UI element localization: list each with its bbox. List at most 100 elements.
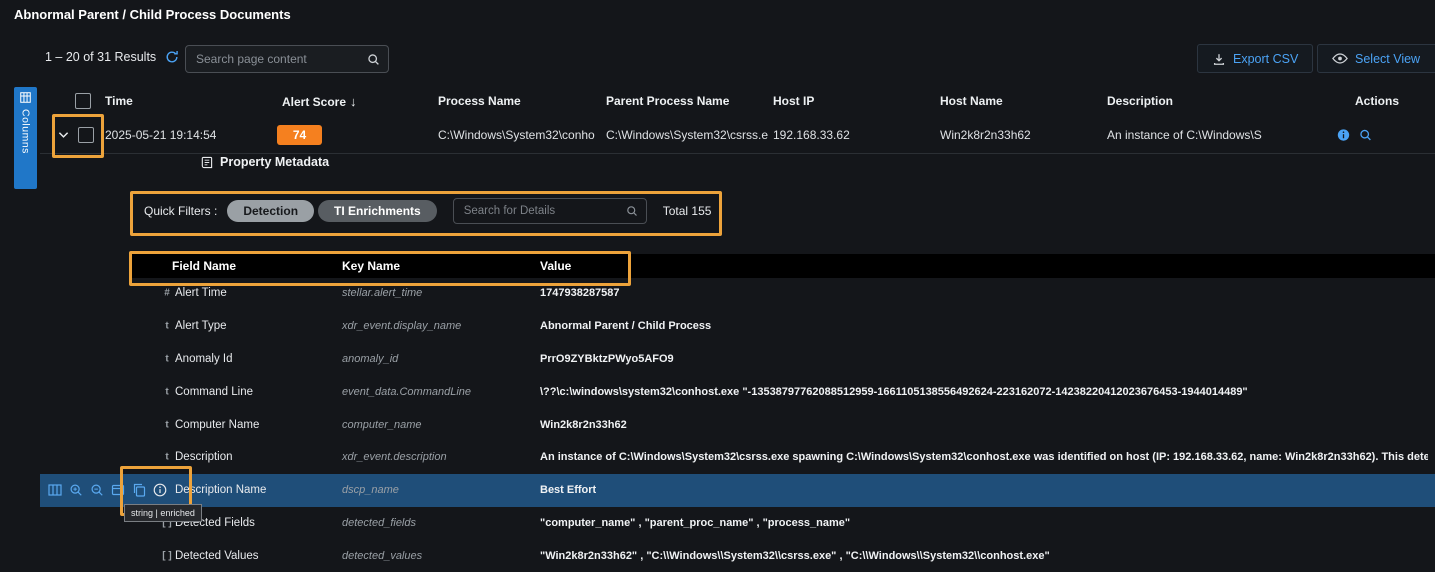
header-parent-process-name[interactable]: Parent Process Name xyxy=(606,94,729,108)
field-name: Description xyxy=(175,451,233,463)
field-value: \??\c:\windows\system32\conhost.exe "-13… xyxy=(540,386,1248,398)
field-value: Abnormal Parent / Child Process xyxy=(540,320,711,332)
select-view-button[interactable]: Select View xyxy=(1317,44,1435,73)
metadata-row[interactable]: t Description xdr_event.description An i… xyxy=(40,441,1435,474)
investigate-search-icon[interactable] xyxy=(1359,128,1372,141)
header-host-name[interactable]: Host Name xyxy=(940,94,1003,108)
field-info-icon[interactable] xyxy=(153,483,167,497)
field-value: 1747938287587 xyxy=(540,287,620,299)
metadata-header-value[interactable]: Value xyxy=(540,259,571,273)
results-count: 1 – 20 of 31 Results xyxy=(45,50,156,64)
key-name: xdr_event.description xyxy=(342,451,447,463)
property-metadata-heading: Property Metadata xyxy=(200,155,329,169)
columns-tab-label: Columns xyxy=(20,109,32,154)
field-value: An instance of C:\Windows\System32\csrss… xyxy=(540,451,1428,463)
detail-search-icon[interactable] xyxy=(626,205,638,217)
field-type-icon: [ ] xyxy=(158,550,176,561)
quick-filters-bar: Quick Filters : Detection TI Enrichments… xyxy=(130,191,716,230)
metadata-row[interactable]: # Alert Time stellar.alert_time 17479382… xyxy=(40,277,1435,310)
key-name: xdr_event.display_name xyxy=(342,320,461,332)
download-icon xyxy=(1212,52,1226,66)
chevron-down-icon[interactable] xyxy=(58,131,69,139)
header-time[interactable]: Time xyxy=(105,94,133,108)
field-value: Win2k8r2n33h62 xyxy=(540,419,627,431)
zoom-out-icon[interactable] xyxy=(90,483,104,497)
page-search xyxy=(185,45,389,73)
metadata-row[interactable]: [ ] Detected Values detected_values "Win… xyxy=(40,539,1435,572)
field-value: "Win2k8r2n33h62" , "C:\\Windows\\System3… xyxy=(540,550,1050,562)
row-actions xyxy=(1337,128,1372,141)
table-columns-icon[interactable] xyxy=(48,483,62,497)
cell-process-name: C:\Windows\System32\conho xyxy=(438,128,601,142)
metadata-header-key[interactable]: Key Name xyxy=(342,259,400,273)
refresh-icon[interactable] xyxy=(165,50,179,64)
field-type-icon: t xyxy=(158,321,176,332)
metadata-row[interactable]: t Command Line event_data.CommandLine \?… xyxy=(40,375,1435,408)
metadata-row[interactable]: [ ] Detected Fields detected_fields "com… xyxy=(40,507,1435,540)
alert-row[interactable]: 2025-05-21 19:14:54 74 C:\Windows\System… xyxy=(40,116,1435,154)
export-csv-button[interactable]: Export CSV xyxy=(1197,44,1313,73)
app-screen: Abnormal Parent / Child Process Document… xyxy=(0,0,1435,572)
cell-time: 2025-05-21 19:14:54 xyxy=(105,128,216,142)
metadata-row[interactable]: t Alert Type xdr_event.display_name Abno… xyxy=(40,310,1435,343)
metadata-rows: # Alert Time stellar.alert_time 17479382… xyxy=(40,277,1435,572)
field-type-tooltip: string | enriched xyxy=(124,504,202,522)
field-value: "computer_name" , "parent_proc_name" , "… xyxy=(540,517,850,529)
key-name: anomaly_id xyxy=(342,353,398,365)
key-name: detected_fields xyxy=(342,517,416,529)
key-name: computer_name xyxy=(342,419,422,431)
window-icon[interactable] xyxy=(111,483,125,497)
key-name: detected_values xyxy=(342,550,422,562)
header-process-name[interactable]: Process Name xyxy=(438,94,521,108)
metadata-header-field[interactable]: Field Name xyxy=(172,259,236,273)
key-name: stellar.alert_time xyxy=(342,287,422,299)
row-checkbox[interactable] xyxy=(78,127,94,143)
main-table-header: Time Alert Score ↓ Process Name Parent P… xyxy=(0,92,1435,114)
sort-desc-icon[interactable]: ↓ xyxy=(350,94,357,109)
field-type-icon: t xyxy=(158,386,176,397)
field-type-icon: t xyxy=(158,452,176,463)
field-name: Detected Values xyxy=(175,550,259,562)
page-title: Abnormal Parent / Child Process Document… xyxy=(14,7,291,22)
search-icon[interactable] xyxy=(367,53,380,66)
header-host-ip[interactable]: Host IP xyxy=(773,94,814,108)
alert-score-badge[interactable]: 74 xyxy=(277,125,322,145)
header-actions: Actions xyxy=(1355,94,1399,108)
metadata-table-header: Field Name Key Name Value xyxy=(130,254,1435,278)
total-count: Total 155 xyxy=(663,204,712,218)
book-icon xyxy=(200,156,213,169)
metadata-row[interactable]: t Anomaly Id anomaly_id PrrO9ZYBktzPWyo5… xyxy=(40,343,1435,376)
field-name: Anomaly Id xyxy=(175,353,233,365)
field-value: PrrO9ZYBktzPWyo5AFO9 xyxy=(540,353,674,365)
cell-host-ip: 192.168.33.62 xyxy=(773,128,923,142)
metadata-row[interactable]: t Computer Name computer_name Win2k8r2n3… xyxy=(40,408,1435,441)
detail-search xyxy=(453,198,647,224)
header-description[interactable]: Description xyxy=(1107,94,1173,108)
eye-icon xyxy=(1332,53,1348,64)
cell-host-name: Win2k8r2n33h62 xyxy=(940,128,1090,142)
zoom-in-icon[interactable] xyxy=(69,483,83,497)
metadata-row-hover-actions xyxy=(48,483,167,497)
page-search-input[interactable] xyxy=(194,51,361,67)
field-value: Best Effort xyxy=(540,484,596,496)
field-type-icon: t xyxy=(158,353,176,364)
field-name: Command Line xyxy=(175,386,253,398)
metadata-row[interactable]: t Description Name dscp_name Best Effort xyxy=(40,474,1435,507)
detail-search-input[interactable] xyxy=(462,204,620,218)
filter-ti-enrichments-button[interactable]: TI Enrichments xyxy=(318,200,437,222)
header-alert-score[interactable]: Alert Score ↓ xyxy=(282,94,357,109)
filter-detection-button[interactable]: Detection xyxy=(227,200,314,222)
field-type-icon: # xyxy=(158,288,176,299)
field-type-icon: t xyxy=(158,419,176,430)
field-name: Computer Name xyxy=(175,419,259,431)
property-metadata-title: Property Metadata xyxy=(220,155,329,169)
select-view-label: Select View xyxy=(1355,52,1420,66)
field-name: Alert Time xyxy=(175,287,227,299)
info-icon[interactable] xyxy=(1337,128,1350,141)
copy-icon[interactable] xyxy=(132,483,146,497)
quick-filters-label: Quick Filters : xyxy=(144,204,217,218)
export-csv-label: Export CSV xyxy=(1233,52,1298,66)
cell-parent-process-name: C:\Windows\System32\csrss.e xyxy=(606,128,769,142)
results-summary: 1 – 20 of 31 Results xyxy=(45,50,179,64)
field-name: Alert Type xyxy=(175,320,227,332)
